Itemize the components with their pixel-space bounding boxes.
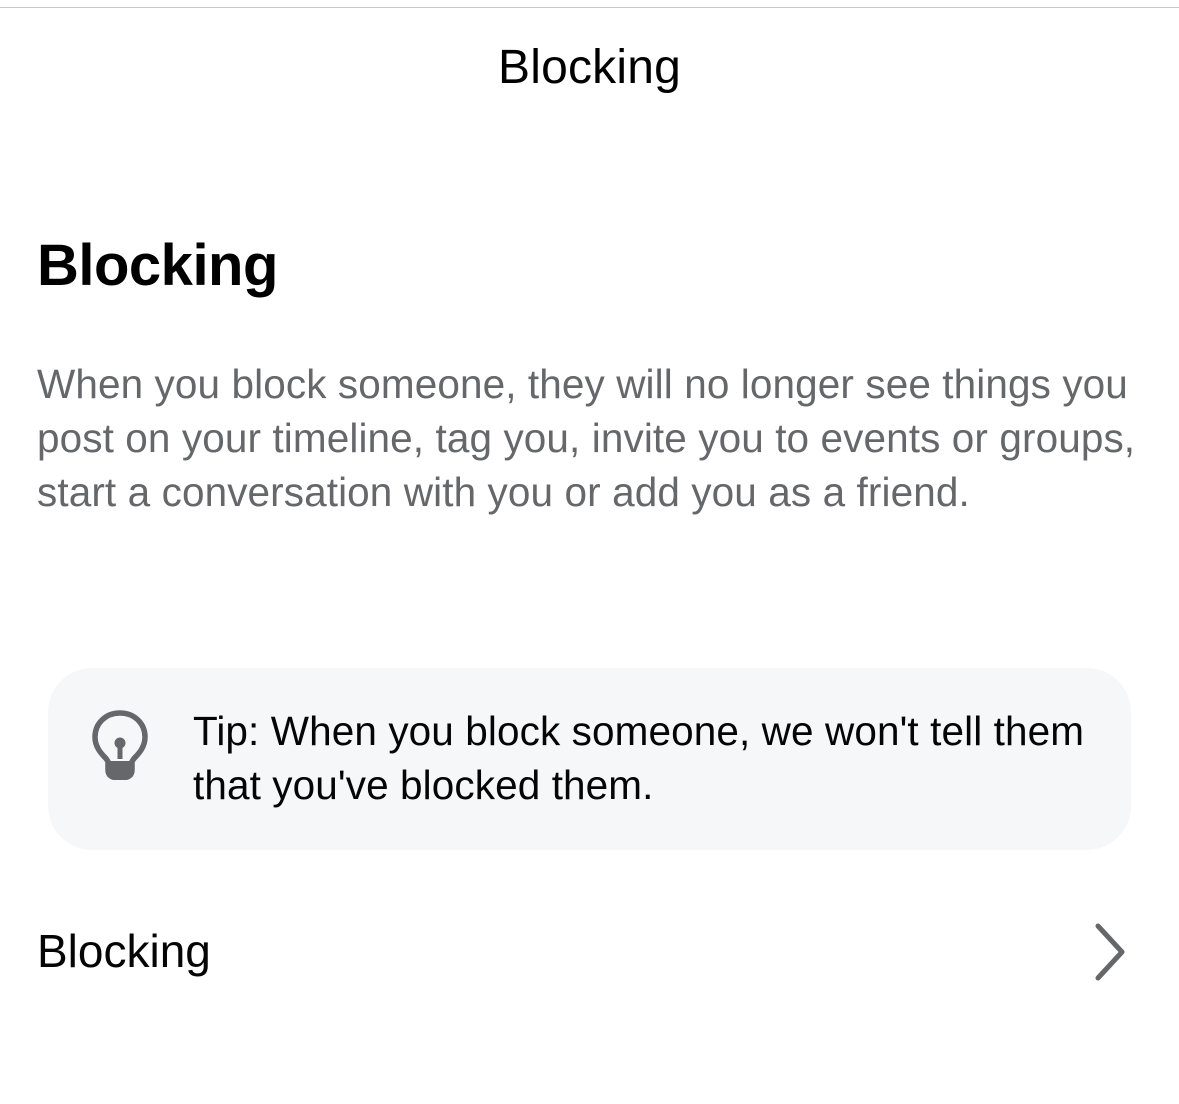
chevron-right-icon xyxy=(1092,922,1128,982)
tip-text: Tip: When you block someone, we won't te… xyxy=(193,708,1085,808)
blocking-list-row[interactable]: Blocking xyxy=(0,900,1179,1004)
section-description: When you block someone, they will no lon… xyxy=(37,361,1136,515)
lightbulb-icon xyxy=(92,710,148,781)
row-label: Blocking xyxy=(37,925,211,977)
page-title: Blocking xyxy=(497,41,682,94)
tip-card: Tip: When you block someone, we won't te… xyxy=(48,668,1131,850)
section-heading: Blocking xyxy=(37,233,278,298)
top-divider xyxy=(0,7,1179,8)
